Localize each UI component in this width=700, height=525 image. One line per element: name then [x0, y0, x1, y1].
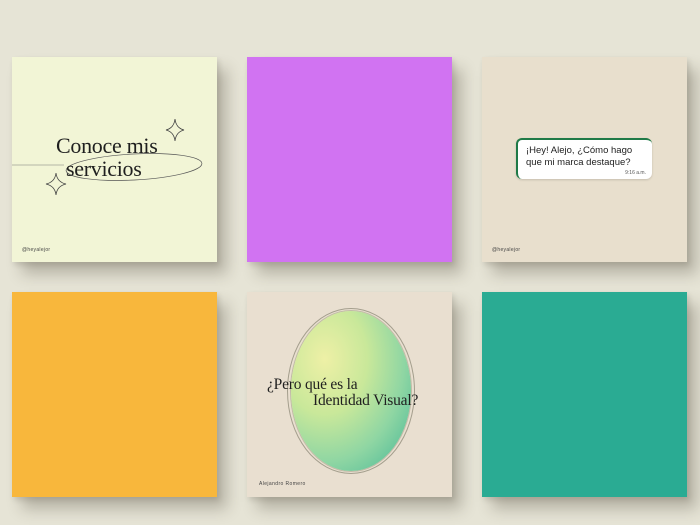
post-tile-orange[interactable]	[12, 292, 217, 497]
post-tile-conoce-mis-servicios[interactable]: Conoce mis servicios @heyalejor	[12, 57, 217, 262]
chat-time: 9:16 a.m.	[625, 170, 646, 176]
handle-label: @heyalejor	[492, 247, 521, 253]
chat-message: ¡Hey! Alejo, ¿Cómo hago que mi marca des…	[526, 145, 633, 168]
handle-label: @heyalejor	[22, 247, 51, 253]
post-tile-purple[interactable]	[247, 57, 452, 262]
post-tile-teal[interactable]	[482, 292, 687, 497]
chat-bubble: ¡Hey! Alejo, ¿Cómo hago que mi marca des…	[516, 138, 652, 179]
title-line-2: servicios	[66, 156, 142, 181]
tile-title: Conoce mis servicios	[56, 134, 206, 180]
title-line-2: Identidad Visual?	[313, 392, 419, 409]
tile-title: ¿Pero qué es la Identidad Visual?	[267, 377, 452, 409]
post-tile-identidad-visual[interactable]: ¿Pero qué es la Identidad Visual? Alejan…	[247, 292, 452, 497]
title-line-1: ¿Pero qué es la	[267, 376, 358, 393]
post-tile-chat[interactable]: ¡Hey! Alejo, ¿Cómo hago que mi marca des…	[482, 57, 687, 262]
author-label: Alejandro Romero	[259, 481, 306, 487]
title-line-1: Conoce mis	[56, 133, 158, 158]
